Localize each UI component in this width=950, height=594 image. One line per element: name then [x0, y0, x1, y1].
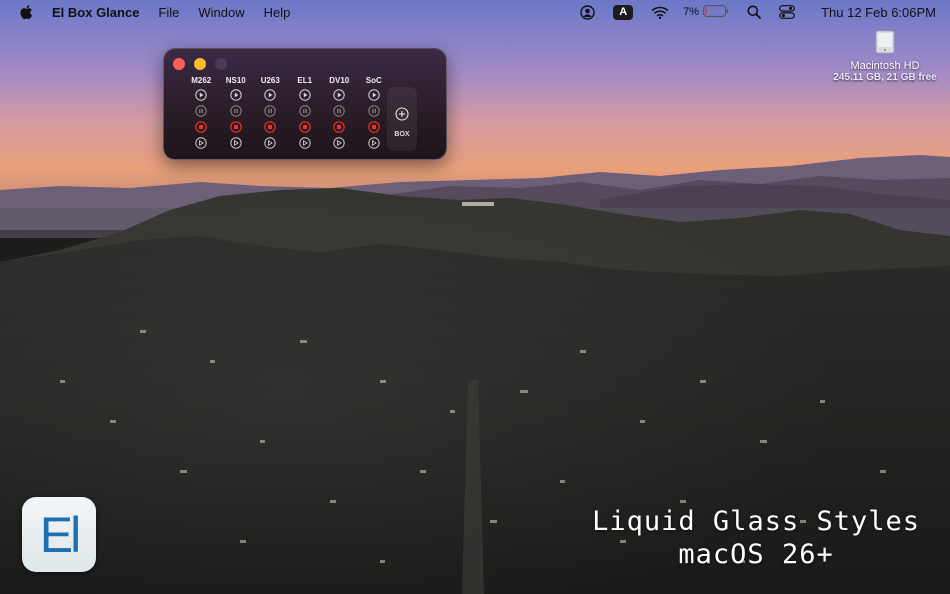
help-menu[interactable]: Help: [264, 5, 291, 20]
pause-icon[interactable]: [230, 105, 242, 117]
apple-menu-icon[interactable]: [18, 3, 36, 21]
stop-icon[interactable]: [298, 121, 311, 133]
reset-icon[interactable]: [299, 137, 311, 149]
app-logo: El: [22, 497, 96, 572]
window-controls: [173, 58, 236, 70]
reset-icon[interactable]: [195, 137, 207, 149]
play-icon[interactable]: [368, 89, 380, 101]
box-column-label: DV10: [329, 76, 350, 85]
box-column-label: SoC: [365, 76, 382, 85]
app-menu[interactable]: El Box Glance: [52, 5, 139, 20]
desktop-wallpaper: [0, 0, 950, 594]
user-account-icon[interactable]: [580, 4, 595, 20]
box-column-label: M262: [191, 76, 212, 85]
spotlight-search-icon[interactable]: [747, 5, 761, 19]
promo-line-2: macOS 26+: [678, 539, 834, 570]
promo-caption: Liquid Glass Styles macOS 26+: [592, 506, 920, 570]
add-box-label: BOX: [394, 131, 410, 138]
pause-icon[interactable]: [333, 105, 345, 117]
app-logo-text: El: [39, 506, 82, 563]
add-box-button[interactable]: BOX: [387, 87, 417, 151]
play-icon[interactable]: [230, 89, 242, 101]
stop-icon[interactable]: [195, 121, 208, 133]
reset-icon[interactable]: [368, 137, 380, 149]
desktop-disk-item[interactable]: Macintosh HD 245.11 GB, 21 GB free: [830, 30, 940, 83]
disk-info: 245.11 GB, 21 GB free: [833, 72, 937, 83]
battery-icon[interactable]: [703, 4, 729, 20]
reset-icon[interactable]: [230, 137, 242, 149]
pause-icon[interactable]: [368, 105, 380, 117]
play-icon[interactable]: [299, 89, 311, 101]
pause-icon[interactable]: [299, 105, 311, 117]
window-menu[interactable]: Window: [198, 5, 244, 20]
control-center-icon[interactable]: [779, 5, 795, 19]
box-column-label: EL1: [297, 76, 313, 85]
stop-icon[interactable]: [264, 121, 277, 133]
stop-icon[interactable]: [367, 121, 380, 133]
battery-percentage: 7%: [683, 6, 700, 18]
menu-bar: El Box Glance File Window Help A 7% Thu …: [0, 0, 950, 24]
reset-icon[interactable]: [264, 137, 276, 149]
reset-icon[interactable]: [333, 137, 345, 149]
el-box-glance-window: M262 NS10 U263 EL1 DV10 SoC BOX: [163, 48, 447, 160]
plus-circle-icon: [395, 107, 409, 126]
pause-icon[interactable]: [195, 105, 207, 117]
menu-bar-clock[interactable]: Thu 12 Feb 6:06PM: [821, 5, 936, 20]
zoom-button[interactable]: [215, 58, 227, 70]
box-columns: M262 NS10 U263 EL1 DV10 SoC: [184, 75, 391, 153]
play-icon[interactable]: [333, 89, 345, 101]
close-button[interactable]: [173, 58, 185, 70]
hard-drive-icon[interactable]: [873, 30, 897, 54]
promo-line-1: Liquid Glass Styles: [592, 506, 920, 537]
input-source-icon[interactable]: A: [613, 4, 634, 20]
box-column: DV10: [322, 75, 357, 153]
box-column: M262: [184, 75, 219, 153]
file-menu[interactable]: File: [158, 5, 179, 20]
box-column: NS10: [219, 75, 254, 153]
box-column-label: U263: [260, 76, 280, 85]
play-icon[interactable]: [195, 89, 207, 101]
box-column: U263: [253, 75, 288, 153]
disk-name: Macintosh HD: [850, 60, 920, 72]
play-icon[interactable]: [264, 89, 276, 101]
stop-icon[interactable]: [229, 121, 242, 133]
pause-icon[interactable]: [264, 105, 276, 117]
stop-icon[interactable]: [333, 121, 346, 133]
box-column: EL1: [288, 75, 323, 153]
box-column: SoC: [357, 75, 392, 153]
box-column-label: NS10: [225, 76, 246, 85]
minimize-button[interactable]: [194, 58, 206, 70]
wifi-icon[interactable]: [651, 6, 669, 19]
input-source-label: A: [613, 4, 634, 20]
